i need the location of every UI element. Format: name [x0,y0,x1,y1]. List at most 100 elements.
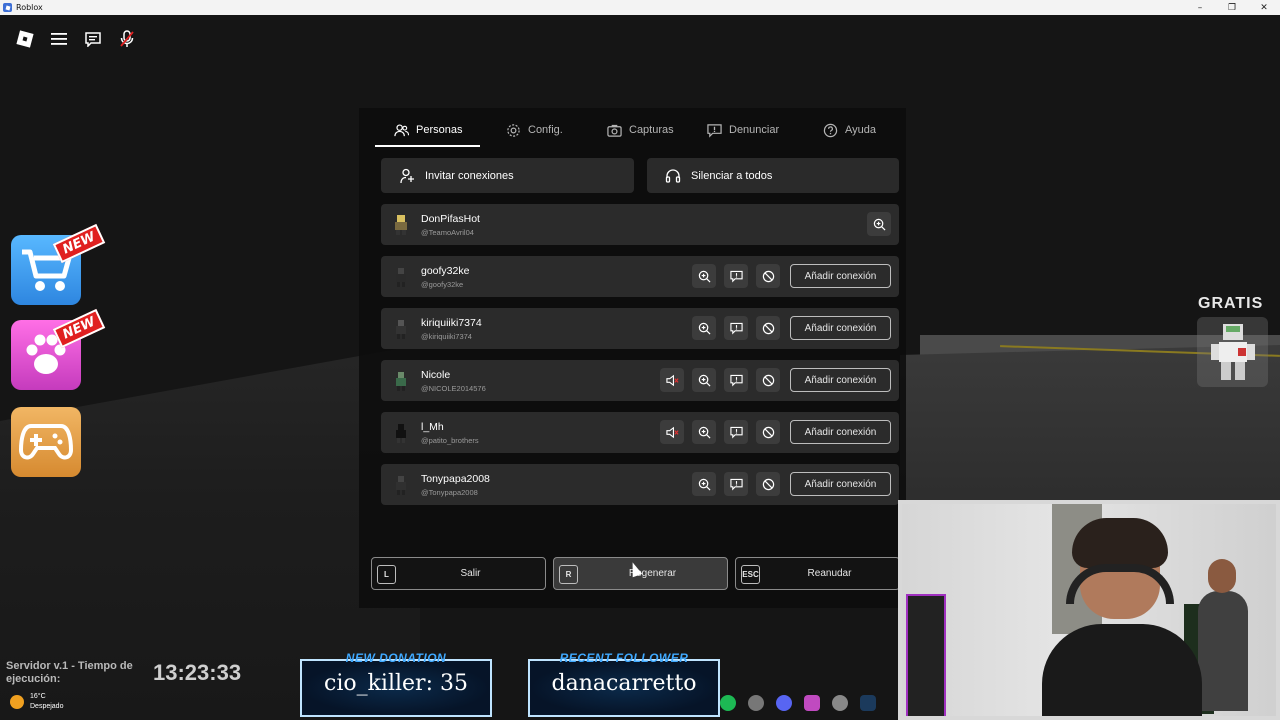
camera-icon [607,124,622,137]
hamburger-button[interactable] [46,26,72,52]
add-connection-button[interactable]: Añadir conexión [790,316,891,340]
key-hint: ESC [741,565,760,584]
maximize-icon[interactable]: ❐ [1216,0,1248,15]
block-button[interactable] [756,264,780,288]
chat-button[interactable] [80,26,106,52]
invite-label: Invitar conexiones [425,169,514,182]
zoom-icon [698,426,710,438]
block-icon [762,322,774,334]
webcam-overlay [898,500,1280,720]
leave-button[interactable]: L Salir [371,557,546,590]
block-icon [762,270,774,282]
report-player-button[interactable] [724,368,748,392]
report-player-button[interactable] [724,420,748,444]
avatar [393,319,409,339]
block-icon [762,478,774,490]
gratis-label: GRATIS [1198,295,1264,312]
leave-label: Salir [460,568,481,579]
tab-label: Denunciar [729,124,780,136]
player-identity: Tonypapa2008 @Tonypapa2008 [421,473,490,497]
roblox-menu-button[interactable] [12,26,38,52]
report-icon [729,270,743,282]
report-icon [729,478,743,490]
roblox-logo-icon [16,30,34,48]
follower-title: RECENT FOLLOWER [559,651,689,665]
speaker-muted-icon [665,426,679,438]
tab-personas[interactable]: Personas [375,113,480,147]
inspect-button[interactable] [692,420,716,444]
add-connection-button[interactable]: Añadir conexión [790,420,891,444]
server-runtime-text: Servidor v.1 - Tiempo de ejecución: [6,660,133,685]
people-icon [394,123,409,136]
minimize-icon[interactable]: – [1184,0,1216,15]
window-titlebar: Roblox – ❐ ✕ [0,0,1280,15]
tab-denunciar[interactable]: Denunciar [699,113,813,147]
tab-label: Capturas [629,124,674,136]
spotify-icon[interactable] [720,695,736,711]
gratis-item-button[interactable] [1197,317,1268,387]
weather-widget: 16°C Despejado [10,692,63,712]
inspect-button[interactable] [692,472,716,496]
settings-icon[interactable] [832,695,848,711]
gear-icon [507,123,520,137]
players-menu-panel: Personas Config. Capturas Denunciar Ayud… [359,108,906,608]
block-button[interactable] [756,368,780,392]
webcam-person-background [1198,559,1248,716]
mute-all-button[interactable]: Silenciar a todos [647,158,899,193]
player-controls: Añadir conexión [692,264,891,288]
tab-config[interactable]: Config. [480,113,591,147]
tab-label: Config. [528,124,563,136]
inspect-button[interactable] [692,316,716,340]
tab-capturas[interactable]: Capturas [591,113,699,147]
microphone-icon [120,30,134,47]
follower-alert: RECENT FOLLOWER danacarretto [528,651,720,720]
report-player-button[interactable] [724,264,748,288]
add-connection-button[interactable]: Añadir conexión [790,368,891,392]
player-username: @patito_brothers [421,435,479,445]
player-username: @goofy32ke [421,279,464,289]
mute-player-button[interactable] [660,368,684,392]
weather-text: 16°C Despejado [30,692,63,712]
avatar-figure-icon [1210,324,1255,380]
tab-ayuda[interactable]: Ayuda [813,113,903,147]
resume-label: Reanudar [807,568,852,579]
app-icon[interactable] [748,695,764,711]
zoom-icon [873,218,885,230]
tab-label: Ayuda [845,124,876,136]
app-icon[interactable] [804,695,820,711]
games-button[interactable] [11,407,81,477]
block-button[interactable] [756,472,780,496]
inspect-button[interactable] [692,264,716,288]
player-username: @TeamoAvril04 [421,227,474,237]
webcam-streamer [1042,518,1202,716]
player-row: Tonypapa2008 @Tonypapa2008 Añadir conexi… [381,464,899,505]
close-icon[interactable]: ✕ [1248,0,1280,15]
add-connection-button[interactable]: Añadir conexión [790,472,891,496]
mute-all-label: Silenciar a todos [691,169,773,182]
steam-icon[interactable] [860,695,876,711]
mute-player-button[interactable] [660,420,684,444]
block-button[interactable] [756,316,780,340]
report-player-button[interactable] [724,316,748,340]
block-button[interactable] [756,420,780,444]
inspect-button[interactable] [692,368,716,392]
player-row: DonPifasHot @TeamoAvril04 [381,204,899,245]
add-connection-button[interactable]: Añadir conexión [790,264,891,288]
player-username: @NICOLE2014576 [421,383,486,393]
pets-button[interactable]: NEW [11,308,106,390]
invite-connections-button[interactable]: Invitar conexiones [381,158,634,193]
player-identity: Nicole @NICOLE2014576 [421,369,486,393]
tab-label: Personas [416,124,463,136]
menu-tabs: Personas Config. Capturas Denunciar Ayud… [375,113,906,147]
resume-button[interactable]: ESC Reanudar [735,557,900,590]
player-controls: Añadir conexión [692,472,891,496]
sun-icon [10,695,24,709]
microphone-button[interactable] [114,26,140,52]
clock: 13:23:33 [153,660,242,685]
inspect-button[interactable] [867,212,891,236]
shop-button[interactable]: NEW [11,223,106,305]
discord-icon[interactable] [776,695,792,711]
player-display-name: Nicole [421,368,451,381]
report-player-button[interactable] [724,472,748,496]
player-controls: Añadir conexión [660,368,891,392]
